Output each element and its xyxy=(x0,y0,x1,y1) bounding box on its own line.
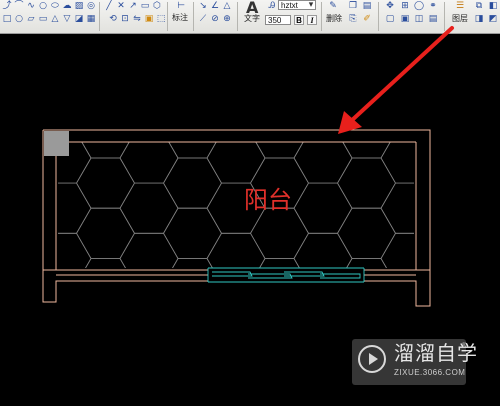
watermark-url: ZIXUE.3066.COM xyxy=(394,368,466,377)
hex-tile xyxy=(163,157,222,209)
hex-tile xyxy=(381,83,439,133)
hex-tile xyxy=(251,309,309,359)
room-label: 阳台 xyxy=(244,186,292,214)
hex-tile xyxy=(77,309,135,359)
play-icon xyxy=(358,345,386,373)
hex-tile xyxy=(168,142,217,159)
hex-tile xyxy=(207,284,265,334)
hex-tile xyxy=(76,207,135,259)
hex-tile xyxy=(172,258,213,268)
sliding-window xyxy=(207,267,365,283)
hex-tile xyxy=(76,157,135,209)
hex-tile xyxy=(207,83,265,133)
hex-tile xyxy=(0,309,48,359)
hex-tile xyxy=(259,258,300,268)
corner-column xyxy=(44,131,69,156)
hex-tile xyxy=(120,284,178,334)
hex-tile xyxy=(0,108,48,158)
hex-tile xyxy=(119,142,179,184)
hex-tile xyxy=(206,142,266,184)
hex-tile xyxy=(346,258,387,268)
hex-tile xyxy=(294,284,352,334)
hex-tile xyxy=(81,142,130,159)
hex-tile xyxy=(337,207,396,259)
hex-tile xyxy=(425,259,483,309)
hex-tile xyxy=(250,207,309,259)
red-arrow-icon xyxy=(338,26,454,134)
hex-tile xyxy=(164,309,222,359)
hex-tile xyxy=(0,208,48,258)
hex-tile xyxy=(0,158,48,208)
hex-tile xyxy=(425,158,483,208)
hex-tile xyxy=(293,142,353,184)
hex-tile xyxy=(58,182,92,234)
hex-tile xyxy=(119,232,179,268)
hex-tile xyxy=(425,108,483,158)
registered-icon: ® xyxy=(462,343,467,349)
hex-tile xyxy=(33,83,91,133)
hex-tile xyxy=(119,182,179,234)
hex-tile xyxy=(163,207,222,259)
hex-tile xyxy=(58,232,92,268)
hex-tile xyxy=(337,157,396,209)
balcony-walls xyxy=(42,129,431,307)
hex-tile xyxy=(120,83,178,133)
hex-tile xyxy=(425,208,483,258)
hex-tile xyxy=(255,142,304,159)
hex-tile xyxy=(0,259,48,309)
hex-tile xyxy=(85,258,126,268)
hex-tile xyxy=(293,182,353,234)
hex-tile xyxy=(33,284,91,334)
hex-tile-hatch xyxy=(0,83,483,359)
